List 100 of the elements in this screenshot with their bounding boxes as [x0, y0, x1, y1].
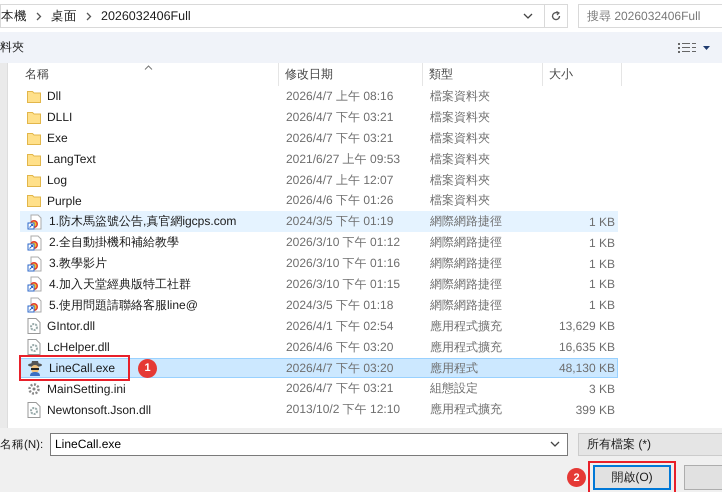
file-row[interactable]: Exe 2026/4/7 下午 03:21 檔案資料夾 — [20, 128, 618, 149]
address-bar[interactable]: 本機 桌面 2026032406Full — [0, 4, 568, 28]
modified-date: 2026/4/7 下午 03:21 — [285, 130, 394, 147]
file-type: 網際網路捷徑 — [429, 213, 503, 230]
column-header[interactable]: 修改日期 — [279, 63, 423, 86]
shortcut-icon — [27, 276, 43, 292]
file-row[interactable]: MainSetting.ini 2026/4/7 下午 03:21 組態設定 3 KB — [20, 378, 618, 400]
file-row[interactable]: LineCall.exe 1 2026/4/7 下午 03:20 應用程式 48,130 KB — [20, 358, 618, 378]
search-field[interactable]: 搜尋 2026032406Full — [578, 4, 722, 28]
file-type: 檔案資料夾 — [429, 192, 491, 210]
modified-date: 2021/6/27 上午 09:53 — [285, 150, 402, 168]
file-row[interactable]: LcHelper.dll 2026/4/6 下午 03:20 應用程式擴充 16,635 KB — [20, 336, 618, 358]
file-size: 48,130 KB — [558, 361, 616, 376]
sort-caret-icon — [144, 65, 153, 70]
modified-date: 2026/3/10 下午 01:12 — [285, 234, 402, 252]
file-name-field[interactable]: LineCall.exe — [50, 432, 568, 456]
file-name: Newtonsoft.Json.dll — [47, 402, 152, 417]
modified-date: 2024/3/5 下午 01:19 — [285, 213, 394, 230]
column-header[interactable]: 大小 — [543, 63, 622, 86]
file-type: 應用程式擴充 — [429, 338, 503, 356]
file-size: 1 KB — [588, 277, 616, 292]
file-name: Purple — [47, 194, 82, 208]
file-name: 4.加入天堂經典版特工社群 — [49, 276, 192, 293]
gear-file-icon — [27, 318, 41, 334]
modified-date: 2026/4/7 下午 03:20 — [285, 360, 394, 377]
file-size: 1 KB — [588, 236, 616, 250]
file-type: 檔案資料夾 — [429, 150, 491, 168]
open-button[interactable]: 開啟(O) — [593, 465, 671, 490]
file-row[interactable]: GIntor.dll 2026/4/1 下午 02:54 應用程式擴充 13,629 KB — [20, 316, 618, 337]
dropdown-caret-icon — [550, 440, 560, 446]
shortcut-icon — [27, 234, 43, 251]
refresh-icon — [550, 10, 562, 22]
modified-date: 2026/4/6 下午 03:20 — [285, 338, 394, 356]
file-type-dropdown[interactable]: 所有檔案 (*) — [578, 432, 722, 456]
breadcrumb-item[interactable]: 桌面 — [51, 8, 77, 24]
new-folder-button[interactable]: 料夾 — [0, 39, 24, 56]
file-type: 檔案資料夾 — [429, 172, 491, 188]
shortcut-icon — [27, 214, 43, 230]
gear-file-icon — [27, 402, 41, 418]
file-type: 網際網路捷徑 — [429, 255, 503, 272]
file-row[interactable]: LangText 2021/6/27 上午 09:53 檔案資料夾 — [20, 148, 618, 170]
file-row[interactable]: DLLI 2026/4/7 下午 03:21 檔案資料夾 — [20, 106, 618, 128]
file-name: 2.全自動掛機和補給教學 — [49, 234, 180, 252]
file-row[interactable]: Purple 2026/4/6 下午 01:26 檔案資料夾 — [20, 190, 618, 212]
column-header[interactable]: 類型 — [423, 63, 543, 86]
chevron-icon — [36, 12, 42, 20]
file-row[interactable]: Dll 2026/4/7 上午 08:16 檔案資料夾 — [20, 86, 618, 107]
file-row[interactable]: Newtonsoft.Json.dll 2013/10/2 下午 12:10 應用程式擴充 399 KB — [20, 399, 618, 420]
column-header[interactable]: 名稱 — [20, 63, 279, 86]
file-row[interactable]: 4.加入天堂經典版特工社群 2026/3/10 下午 01:15 網際網路捷徑 1 KB — [20, 274, 618, 295]
folder-icon — [27, 90, 41, 103]
folder-icon — [27, 194, 41, 208]
step-number-badge: 2 — [567, 468, 586, 487]
file-row[interactable]: 5.使用問題請聯絡客服line@ 2024/3/5 下午 01:18 網際網路捷徑 1 KB — [20, 294, 618, 316]
file-size: 1 KB — [588, 298, 616, 312]
file-row[interactable]: Log 2026/4/7 上午 12:07 檔案資料夾 — [20, 170, 618, 190]
modified-date: 2026/3/10 下午 01:16 — [285, 255, 402, 272]
file-size: 1 KB — [588, 214, 616, 229]
file-name: LangText — [47, 152, 96, 166]
modified-date: 2026/4/7 上午 12:07 — [285, 172, 394, 188]
view-options-icon[interactable] — [678, 42, 710, 52]
file-name: 3.教學影片 — [49, 255, 108, 272]
file-size: 16,635 KB — [558, 340, 616, 354]
file-name: LcHelper.dll — [47, 340, 110, 354]
file-name: 5.使用問題請聯絡客服line@ — [49, 296, 198, 314]
shortcut-icon — [27, 297, 43, 314]
modified-date: 2024/3/5 下午 01:18 — [285, 296, 394, 314]
file-type: 檔案資料夾 — [429, 108, 491, 126]
modified-date: 2026/4/7 下午 03:21 — [285, 108, 394, 126]
file-name: LineCall.exe — [49, 361, 116, 376]
file-size: 3 KB — [588, 382, 616, 396]
step-number-badge: 1 — [138, 358, 157, 378]
file-row[interactable]: 1.防木馬盜號公告,真官網igcps.com 2024/3/5 下午 01:19 網際網路捷徑 1 KB — [20, 211, 618, 232]
breadcrumb-item[interactable]: 本機 — [1, 8, 27, 24]
file-size: 13,629 KB — [558, 319, 616, 334]
modified-date: 2026/4/1 下午 02:54 — [285, 318, 394, 335]
gear-icon — [27, 382, 41, 396]
file-name-label: 名稱(N): — [0, 438, 44, 452]
file-name: Dll — [47, 89, 61, 104]
file-type: 檔案資料夾 — [429, 130, 491, 147]
file-type: 網際網路捷徑 — [429, 234, 503, 252]
gear-file-icon — [27, 339, 41, 356]
file-type: 組態設定 — [429, 380, 479, 398]
file-row[interactable]: 2.全自動掛機和補給教學 2026/3/10 下午 01:12 網際網路捷徑 1 KB — [20, 232, 618, 254]
modified-date: 2013/10/2 下午 12:10 — [285, 401, 402, 418]
file-type: 應用程式擴充 — [429, 318, 503, 335]
spy-figure-icon — [27, 360, 43, 376]
folder-icon — [27, 110, 41, 124]
file-row[interactable]: 3.教學影片 2026/3/10 下午 01:16 網際網路捷徑 1 KB — [20, 253, 618, 274]
file-name: Exe — [47, 131, 68, 146]
file-name: DLLI — [47, 110, 72, 124]
modified-date: 2026/3/10 下午 01:15 — [285, 276, 402, 293]
file-type: 應用程式擴充 — [429, 401, 503, 418]
breadcrumb-item[interactable]: 2026032406Full — [101, 9, 191, 23]
file-type: 應用程式 — [429, 360, 479, 377]
file-name: Log — [47, 173, 68, 187]
folder-icon — [27, 132, 41, 145]
folder-icon — [27, 174, 41, 186]
file-type: 網際網路捷徑 — [429, 296, 503, 314]
dropdown-caret-icon[interactable] — [523, 13, 533, 19]
